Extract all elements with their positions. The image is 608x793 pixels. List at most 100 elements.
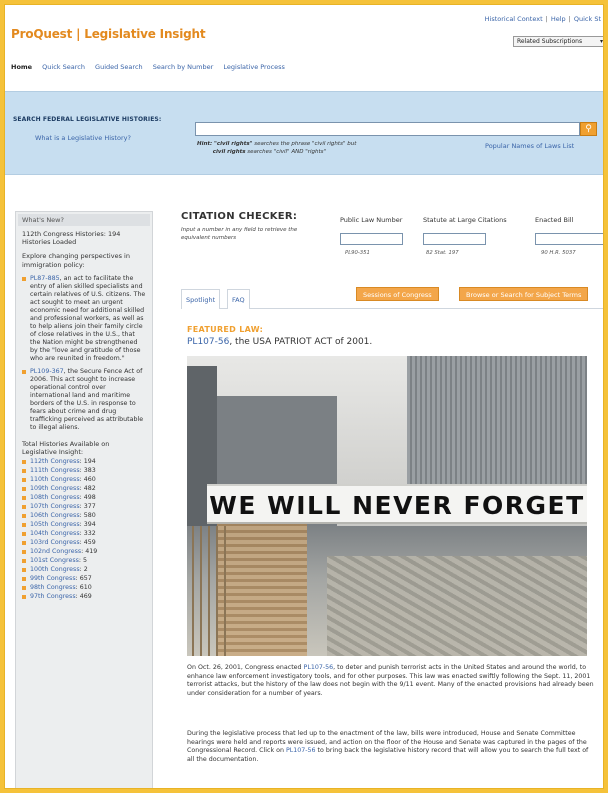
loaded-text: 112th Congress Histories: 194 Histories … bbox=[22, 230, 121, 247]
congress-item: 112th Congress: 194 bbox=[22, 457, 146, 466]
search-band: SEARCH FEDERAL LEGISLATIVE HISTORIES: Wh… bbox=[5, 91, 603, 175]
congress-item: 111th Congress: 383 bbox=[22, 466, 146, 475]
congress-item: 107th Congress: 377 bbox=[22, 502, 146, 511]
pl107-56-inline-link-2[interactable]: PL107-56 bbox=[286, 747, 316, 754]
brand-logo[interactable]: ProQuest | Legislative Insight bbox=[11, 27, 206, 41]
popular-names-link[interactable]: Popular Names of Laws List bbox=[485, 142, 574, 150]
statute-input[interactable] bbox=[423, 233, 486, 245]
public-law-example: PL90-351 bbox=[345, 250, 370, 256]
congress-count: 5 bbox=[83, 557, 88, 565]
featured-law-label: FEATURED LAW: bbox=[187, 325, 264, 334]
photo-rubble bbox=[327, 556, 587, 656]
statute-label: Statute at Large Citations bbox=[423, 216, 507, 224]
top-links: Historical Context | Help | Quick St bbox=[484, 15, 601, 23]
pl107-56-inline-link[interactable]: PL107-56 bbox=[304, 664, 334, 671]
congress-count: 460 bbox=[83, 476, 96, 484]
statute-example: 82 Stat. 197 bbox=[426, 250, 459, 256]
congress-count: 194 bbox=[83, 458, 96, 466]
congress-link[interactable]: 98th Congress bbox=[30, 584, 76, 591]
congress-count: 383 bbox=[83, 467, 96, 475]
main-nav: Home Quick Search Guided Search Search b… bbox=[11, 63, 293, 71]
nav-home[interactable]: Home bbox=[11, 63, 32, 71]
congress-item: 109th Congress: 482 bbox=[22, 484, 146, 493]
congress-link[interactable]: 101st Congress bbox=[30, 557, 79, 564]
congress-count: 469 bbox=[79, 593, 92, 601]
featured-law-title: PL107-56, the USA PATRIOT ACT of 2001. bbox=[187, 337, 373, 347]
congress-link[interactable]: 111th Congress bbox=[30, 467, 80, 474]
never-forget-banner: WE WILL NEVER FORGET bbox=[207, 484, 587, 524]
immigration-list: PL87-885, an act to facilitate the entry… bbox=[22, 275, 146, 432]
congress-link[interactable]: 112th Congress bbox=[30, 458, 80, 465]
congress-link[interactable]: 110th Congress bbox=[30, 476, 80, 483]
related-subscriptions-select[interactable]: Related Subscriptions ▾ bbox=[513, 36, 603, 47]
congress-count: 332 bbox=[83, 530, 96, 538]
related-subscriptions-value: Related Subscriptions bbox=[517, 38, 583, 45]
quick-start-link[interactable]: Quick St bbox=[574, 15, 601, 23]
search-button[interactable]: ⚲ bbox=[580, 122, 597, 136]
total-histories-heading: Total Histories Available on Legislative… bbox=[22, 439, 110, 457]
sidebar-heading: What's New? bbox=[18, 214, 150, 226]
nav-guided-search[interactable]: Guided Search bbox=[95, 63, 143, 71]
congress-count: 580 bbox=[83, 512, 96, 520]
congress-item: 101st Congress: 5 bbox=[22, 556, 146, 565]
historical-context-link[interactable]: Historical Context bbox=[485, 15, 543, 23]
photo-scaffold-frame bbox=[192, 526, 232, 656]
congress-item: 98th Congress: 610 bbox=[22, 583, 146, 592]
pl107-56-link[interactable]: PL107-56 bbox=[187, 337, 229, 347]
public-law-label: Public Law Number bbox=[340, 216, 403, 224]
congress-item: 106th Congress: 580 bbox=[22, 511, 146, 520]
list-item: PL109-367, the Secure Fence Act of 2006.… bbox=[22, 368, 146, 432]
congress-list: 112th Congress: 194 111th Congress: 383 11… bbox=[22, 457, 146, 601]
public-law-input[interactable] bbox=[340, 233, 403, 245]
what-is-legislative-history-link[interactable]: What is a Legislative History? bbox=[35, 134, 131, 142]
pl109-367-link[interactable]: PL109-367 bbox=[30, 368, 64, 375]
congress-item: 103rd Congress: 459 bbox=[22, 538, 146, 547]
congress-count: 394 bbox=[83, 521, 96, 529]
congress-count: 482 bbox=[83, 485, 96, 493]
congress-item: 100th Congress: 2 bbox=[22, 565, 146, 574]
congress-link[interactable]: 97th Congress bbox=[30, 593, 76, 600]
congress-link[interactable]: 108th Congress bbox=[30, 494, 80, 501]
nav-search-by-number[interactable]: Search by Number bbox=[153, 63, 214, 71]
congress-count: 610 bbox=[79, 584, 92, 592]
congress-item: 99th Congress: 657 bbox=[22, 574, 146, 583]
tab-spotlight[interactable]: Spotlight bbox=[181, 289, 221, 309]
citation-checker-title: CITATION CHECKER: bbox=[181, 211, 298, 222]
congress-item: 97th Congress: 469 bbox=[22, 592, 146, 601]
help-link[interactable]: Help bbox=[551, 15, 566, 23]
enacted-bill-label: Enacted Bill bbox=[535, 216, 574, 224]
congress-link[interactable]: 106th Congress bbox=[30, 512, 80, 519]
featured-paragraph-1: On Oct. 26, 2001, Congress enacted PL107… bbox=[187, 664, 594, 698]
congress-count: 459 bbox=[83, 539, 96, 547]
pl87-885-link[interactable]: PL87-885 bbox=[30, 275, 60, 282]
congress-link[interactable]: 99th Congress bbox=[30, 575, 76, 582]
congress-link[interactable]: 105th Congress bbox=[30, 521, 80, 528]
congress-link[interactable]: 109th Congress bbox=[30, 485, 80, 492]
list-item: PL87-885, an act to facilitate the entry… bbox=[22, 275, 146, 363]
search-hint: Hint: "civil rights" searches the phrase… bbox=[197, 141, 357, 155]
sessions-of-congress-button[interactable]: Sessions of Congress bbox=[356, 287, 439, 301]
featured-paragraph-2: During the legislative process that led … bbox=[187, 730, 589, 764]
congress-link[interactable]: 107th Congress bbox=[30, 503, 80, 510]
whats-new-sidebar: What's New? 112th Congress Histories: 19… bbox=[15, 211, 153, 788]
congress-count: 657 bbox=[79, 575, 92, 583]
enacted-bill-input[interactable] bbox=[535, 233, 603, 245]
enacted-bill-example: 90 H.R. 5037 bbox=[541, 250, 576, 256]
page-frame: ProQuest | Legislative Insight Historica… bbox=[4, 4, 604, 789]
congress-link[interactable]: 104th Congress bbox=[30, 530, 80, 537]
congress-link[interactable]: 100th Congress bbox=[30, 566, 80, 573]
congress-count: 498 bbox=[83, 494, 96, 502]
congress-item: 108th Congress: 498 bbox=[22, 493, 146, 502]
browse-subject-terms-button[interactable]: Browse or Search for Subject Terms bbox=[459, 287, 589, 301]
citation-checker-desc: Input a number in any field to retrieve … bbox=[181, 227, 298, 241]
congress-link[interactable]: 103rd Congress bbox=[30, 539, 80, 546]
congress-item: 102nd Congress: 419 bbox=[22, 547, 146, 556]
search-input[interactable] bbox=[195, 122, 580, 136]
congress-link[interactable]: 102nd Congress bbox=[30, 548, 81, 555]
nav-quick-search[interactable]: Quick Search bbox=[42, 63, 85, 71]
congress-item: 104th Congress: 332 bbox=[22, 529, 146, 538]
tab-faq[interactable]: FAQ bbox=[227, 289, 250, 309]
nav-legislative-process[interactable]: Legislative Process bbox=[223, 63, 285, 71]
congress-item: 105th Congress: 394 bbox=[22, 520, 146, 529]
congress-item: 110th Congress: 460 bbox=[22, 475, 146, 484]
